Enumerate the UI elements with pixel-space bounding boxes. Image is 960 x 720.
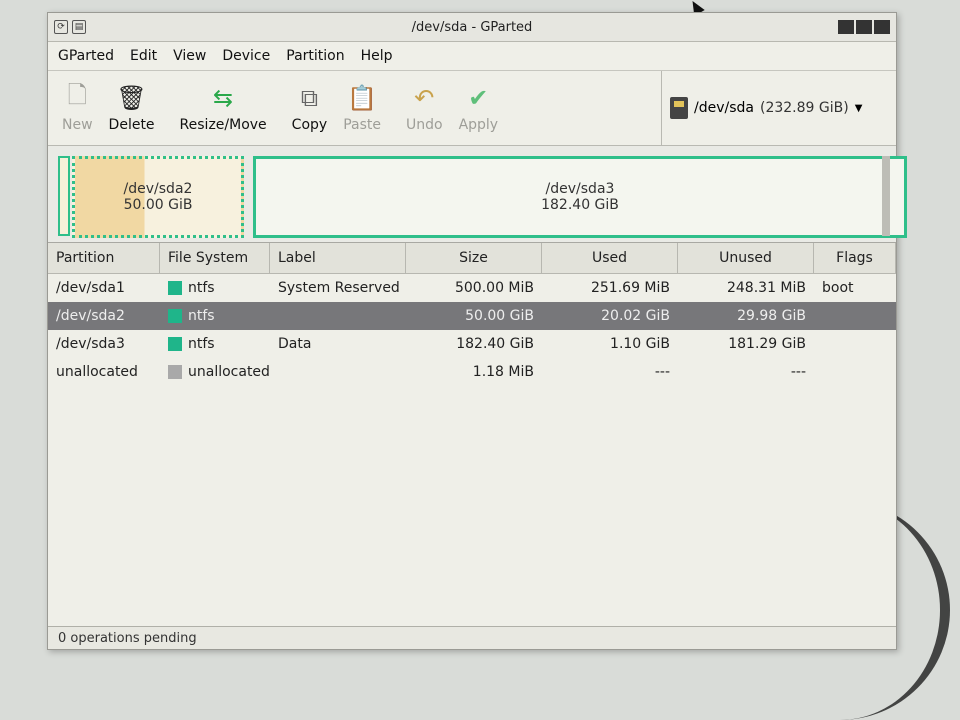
status-text: 0 operations pending	[58, 630, 197, 646]
cell-used: 20.02 GiB	[601, 308, 670, 324]
fs-color-swatch	[168, 309, 182, 323]
fs-name: ntfs	[188, 308, 215, 324]
new-button[interactable]: 🗋 New	[54, 73, 101, 143]
toolbar: 🗋 New 🗑 Delete ⇆ Resize/Move ⧉ Copy 📋 Pa…	[48, 71, 896, 146]
partition-table: Partition File System Label Size Used Un…	[48, 243, 896, 386]
delete-label: Delete	[108, 117, 155, 133]
table-row[interactable]: unallocated unallocated 1.18 MiB --- ---	[48, 358, 896, 386]
column-header-file-system[interactable]: File System	[160, 243, 270, 273]
fs-color-swatch	[168, 365, 182, 379]
graph-segment-size: 182.40 GiB	[541, 197, 619, 213]
new-label: New	[62, 117, 93, 133]
device-selector[interactable]: /dev/sda (232.89 GiB) ▼	[661, 71, 896, 145]
cell-unused: 181.29 GiB	[728, 336, 806, 352]
new-page-icon: 🗋	[67, 80, 87, 109]
resize-move-label: Resize/Move	[179, 117, 267, 133]
hard-disk-icon	[670, 97, 688, 119]
menu-edit[interactable]: Edit	[130, 48, 157, 64]
paste-icon: 📋	[347, 84, 378, 112]
cell-size: 1.18 MiB	[472, 364, 534, 380]
column-header-unused[interactable]: Unused	[678, 243, 814, 273]
menu-view[interactable]: View	[173, 48, 206, 64]
paste-label: Paste	[343, 117, 381, 133]
fs-name: unallocated	[188, 364, 270, 380]
graph-segment-sda1[interactable]	[58, 156, 70, 236]
window-controls	[838, 20, 890, 34]
column-header-partition[interactable]: Partition	[48, 243, 160, 273]
cell-size: 182.40 GiB	[456, 336, 534, 352]
cell-unused: 29.98 GiB	[737, 308, 806, 324]
column-header-label[interactable]: Label	[270, 243, 406, 273]
copy-label: Copy	[291, 117, 328, 133]
copy-button[interactable]: ⧉ Copy	[284, 73, 336, 143]
cell-unused: ---	[790, 364, 806, 380]
cell-partition: /dev/sda1	[56, 280, 125, 296]
toolbar-buttons: 🗋 New 🗑 Delete ⇆ Resize/Move ⧉ Copy 📋 Pa…	[48, 71, 661, 145]
window-title: /dev/sda - GParted	[411, 19, 533, 35]
cell-file-system: ntfs	[160, 336, 270, 352]
graph-segment-name: /dev/sda2	[123, 181, 193, 197]
cell-label: Data	[278, 336, 312, 352]
column-header-flags[interactable]: Flags	[814, 243, 896, 273]
cell-partition: /dev/sda2	[56, 308, 125, 324]
table-row[interactable]: /dev/sda3 ntfs Data 182.40 GiB 1.10 GiB …	[48, 330, 896, 358]
graph-segment-sda2[interactable]: /dev/sda2 50.00 GiB	[72, 156, 244, 238]
cell-partition: unallocated	[56, 364, 138, 380]
chevron-down-icon: ▼	[854, 102, 863, 114]
apply-button[interactable]: ✔ Apply	[451, 73, 507, 143]
menu-bar: GParted Edit View Device Partition Help	[48, 42, 896, 71]
cell-size: 50.00 GiB	[465, 308, 534, 324]
apply-label: Apply	[458, 117, 499, 133]
undo-label: Undo	[405, 117, 443, 133]
fs-name: ntfs	[188, 336, 215, 352]
trash-icon: 🗑	[116, 84, 147, 112]
graph-scrollbar[interactable]	[882, 156, 890, 236]
delete-button[interactable]: 🗑 Delete	[101, 73, 163, 143]
cell-flags: boot	[822, 280, 854, 296]
column-header-size[interactable]: Size	[406, 243, 542, 273]
cell-file-system: ntfs	[160, 280, 270, 296]
table-header: Partition File System Label Size Used Un…	[48, 243, 896, 274]
gparted-window: ⟳ ▤ /dev/sda - GParted GParted Edit View…	[47, 12, 907, 650]
table-row-selected[interactable]: /dev/sda2 ntfs 50.00 GiB 20.02 GiB 29.98…	[48, 302, 896, 330]
menu-partition[interactable]: Partition	[286, 48, 344, 64]
table-row[interactable]: /dev/sda1 ntfs System Reserved 500.00 Mi…	[48, 274, 896, 302]
cell-used: ---	[654, 364, 670, 380]
resize-move-button[interactable]: ⇆ Resize/Move	[172, 73, 275, 143]
device-size: (232.89 GiB)	[759, 100, 849, 116]
copy-icon: ⧉	[300, 84, 318, 112]
menu-gparted[interactable]: GParted	[58, 48, 114, 64]
menu-help[interactable]: Help	[361, 48, 393, 64]
device-name: /dev/sda	[694, 100, 754, 116]
cell-partition: /dev/sda3	[56, 336, 125, 352]
resize-move-icon: ⇆	[213, 84, 234, 112]
close-button[interactable]	[874, 20, 890, 34]
graph-segment-name: /dev/sda3	[545, 181, 615, 197]
cell-file-system: ntfs	[160, 308, 270, 324]
column-header-used[interactable]: Used	[542, 243, 678, 273]
cell-used: 251.69 MiB	[590, 280, 670, 296]
fs-color-swatch	[168, 281, 182, 295]
apply-check-icon: ✔	[468, 84, 489, 112]
graph-segment-size: 50.00 GiB	[123, 197, 193, 213]
cell-used: 1.10 GiB	[610, 336, 670, 352]
fs-color-swatch	[168, 337, 182, 351]
menu-device[interactable]: Device	[222, 48, 270, 64]
cell-file-system: unallocated	[160, 364, 270, 380]
cell-label: System Reserved	[278, 280, 400, 296]
cell-size: 500.00 MiB	[454, 280, 534, 296]
partition-graph: /dev/sda2 50.00 GiB /dev/sda3 182.40 GiB	[48, 146, 907, 243]
maximize-button[interactable]	[856, 20, 872, 34]
title-bar[interactable]: ⟳ ▤ /dev/sda - GParted	[48, 13, 896, 42]
cell-unused: 248.31 MiB	[726, 280, 806, 296]
undo-icon: ↶	[414, 84, 435, 112]
graph-segment-sda3[interactable]: /dev/sda3 182.40 GiB	[253, 156, 907, 238]
paste-button[interactable]: 📋 Paste	[335, 73, 389, 143]
undo-button[interactable]: ↶ Undo	[398, 73, 451, 143]
minimize-button[interactable]	[838, 20, 854, 34]
fs-name: ntfs	[188, 280, 215, 296]
status-bar: 0 operations pending	[48, 626, 896, 649]
